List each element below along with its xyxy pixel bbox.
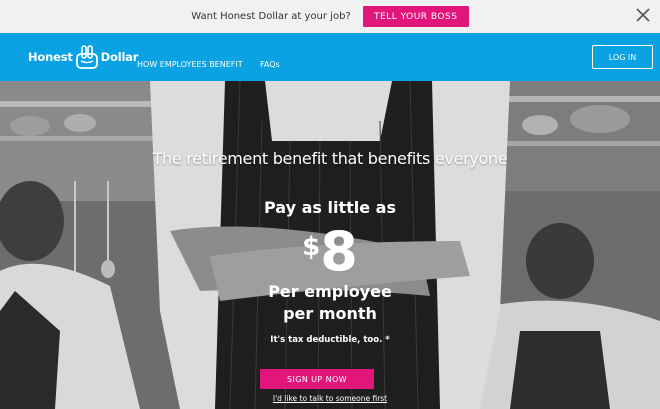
hero-pay-line: Pay as little as <box>264 198 396 217</box>
brand-logo[interactable]: Honest Dollar <box>28 45 138 69</box>
peace-hand-logo-icon <box>75 45 98 69</box>
logo-word-right: Dollar <box>100 50 139 64</box>
hero-tagline: The retirement benefit that benefits eve… <box>152 149 508 168</box>
hero-tax-note: It's tax deductible, too. * <box>270 335 390 345</box>
tell-your-boss-button[interactable]: TELL YOUR BOSS <box>362 6 469 27</box>
nav-link-how-employees-benefit[interactable]: HOW EMPLOYEES BENEFIT <box>137 60 243 69</box>
announcement-message: Want Honest Dollar at your job? <box>191 11 351 22</box>
close-icon[interactable] <box>635 7 651 23</box>
price-amount: 8 <box>320 220 358 283</box>
hero-per-month: per month <box>283 304 377 323</box>
main-nav: Honest Dollar HOW EMPLOYEES BENEFIT FAQs <box>0 33 660 81</box>
talk-to-someone-link[interactable]: I'd like to talk to someone first <box>0 394 660 403</box>
sign-up-button[interactable]: SIGN UP NOW <box>260 369 374 389</box>
login-button[interactable]: LOG IN <box>592 45 653 69</box>
price-currency: $ <box>302 232 321 262</box>
logo-word-left: Honest <box>28 50 73 64</box>
nav-link-faqs[interactable]: FAQs <box>260 60 280 69</box>
announcement-bar: Want Honest Dollar at your job? TELL YOU… <box>0 0 660 33</box>
hero-per-employee: Per employee <box>268 282 392 301</box>
hero-price: $8 <box>0 222 660 282</box>
